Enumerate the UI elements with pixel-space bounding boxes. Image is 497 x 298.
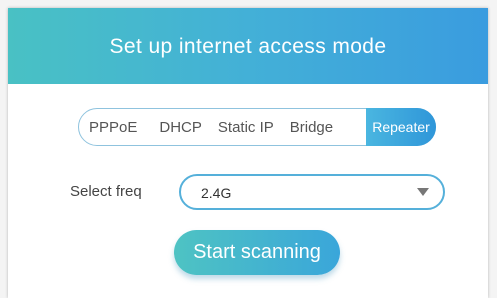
tab-repeater[interactable]: Repeater (366, 108, 436, 146)
freq-label: Select freq (70, 183, 142, 200)
start-scanning-button[interactable]: Start scanning (174, 230, 340, 275)
tab-static-ip[interactable]: Static IP (218, 119, 274, 136)
freq-select[interactable]: 2.4G (179, 174, 445, 210)
setup-panel: Set up internet access mode PPPoE DHCP S… (8, 8, 488, 298)
mode-selector: PPPoE DHCP Static IP Bridge Repeater (78, 108, 436, 146)
tab-pppoe[interactable]: PPPoE (89, 119, 137, 136)
page-title: Set up internet access mode (109, 35, 387, 58)
page: Set up internet access mode PPPoE DHCP S… (0, 0, 497, 298)
tab-dhcp[interactable]: DHCP (159, 119, 202, 136)
tab-bridge[interactable]: Bridge (290, 119, 333, 136)
freq-selected-value: 2.4G (201, 185, 232, 201)
header-bar: Set up internet access mode (8, 8, 488, 84)
chevron-down-icon (417, 188, 429, 196)
